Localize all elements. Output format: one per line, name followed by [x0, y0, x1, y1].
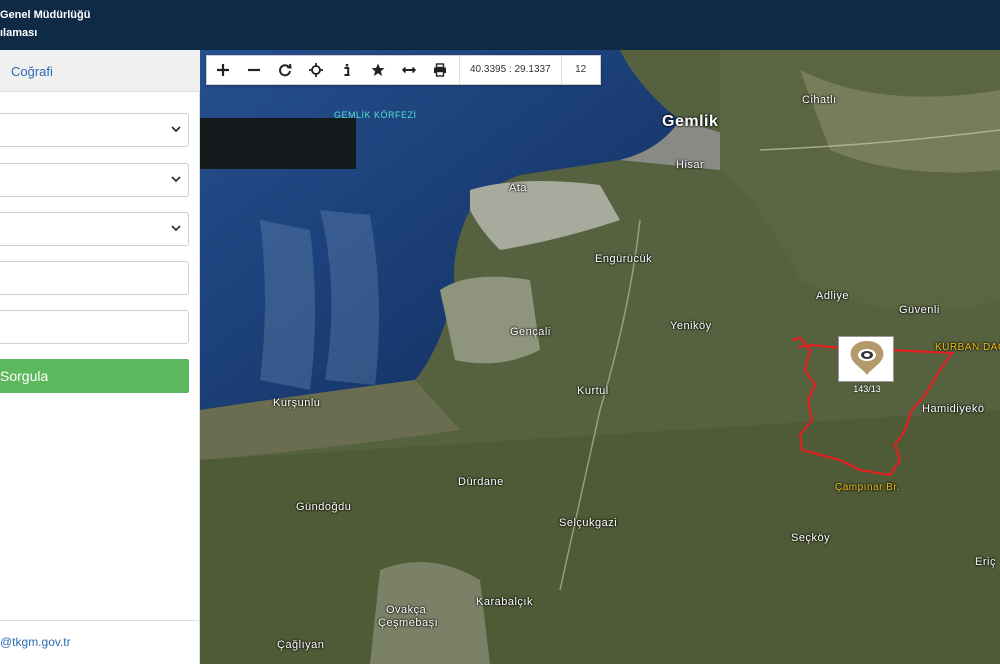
printer-icon: [433, 63, 446, 77]
app-header: Genel Müdürlüğü ılaması: [0, 0, 1000, 50]
map-label-gulf: GEMLİK KÖRFEZİ: [334, 110, 417, 120]
map-label-gencali: Gençali: [510, 326, 551, 338]
province-select[interactable]: [0, 113, 189, 147]
satellite-map[interactable]: 40.3395 : 29.1337 12 GEMLİK KÖRFEZİ Geml…: [200, 50, 1000, 664]
map-toolbar: 40.3395 : 29.1337 12: [206, 55, 601, 85]
print-button[interactable]: [424, 56, 455, 84]
map-label-gemlik: Gemlik: [662, 113, 719, 130]
map-label-kurban-dag: KURBAN DAĞ: [935, 342, 1000, 353]
map-label-cihatli: Cihatlı: [802, 94, 837, 106]
redacted-overlay: [200, 118, 356, 169]
sidebar: Coğrafi Sorgula @tkgm.gov.tr: [0, 50, 200, 664]
zoom-in-button[interactable]: [207, 56, 238, 84]
map-label-ata: Ata: [509, 182, 528, 194]
map-label-durdane: Dürdane: [458, 476, 504, 488]
zoom-level-readout: 12: [575, 64, 587, 75]
measure-icon: [401, 66, 416, 74]
map-label-hamidiyekoy: Hamidiyekö: [922, 403, 985, 415]
location-pin-icon: [850, 341, 884, 375]
chevron-down-icon: [171, 176, 181, 183]
zoom-out-button[interactable]: [238, 56, 269, 84]
parcel-number-input[interactable]: [0, 310, 189, 344]
header-subtitle: ılaması: [0, 27, 38, 39]
sidebar-tabbar: Coğrafi: [0, 50, 200, 92]
parcel-marker[interactable]: 143/13: [838, 336, 894, 394]
parcel-number-label: 143/13: [853, 384, 881, 394]
info-button[interactable]: [331, 56, 362, 84]
neighborhood-select[interactable]: [0, 212, 189, 246]
map-label-yenikoy: Yeniköy: [670, 320, 712, 332]
locate-button[interactable]: [300, 56, 331, 84]
plus-icon: [216, 64, 229, 76]
contact-email-link[interactable]: @tkgm.gov.tr: [0, 635, 71, 649]
map-label-seckoy: Seçköy: [791, 532, 831, 544]
map-label-kursunlu: Kurşunlu: [273, 397, 321, 409]
header-title: Genel Müdürlüğü: [0, 9, 91, 21]
map-label-campinar: Çampınar Br.: [835, 482, 900, 493]
refresh-button[interactable]: [269, 56, 300, 84]
chevron-down-icon: [171, 126, 181, 133]
measure-button[interactable]: [393, 56, 424, 84]
favorite-button[interactable]: [362, 56, 393, 84]
map-label-kurtul: Kurtul: [577, 385, 609, 397]
map-label-caglayan: Çağlıyan: [277, 639, 325, 651]
map-label-adliye: Adliye: [816, 290, 849, 302]
minus-icon: [247, 68, 260, 72]
info-icon: [344, 64, 349, 76]
sidebar-footer: @tkgm.gov.tr: [0, 620, 200, 664]
chevron-down-icon: [171, 225, 181, 232]
map-label-eric: Eriç: [975, 556, 996, 568]
refresh-icon: [278, 63, 292, 77]
tab-cografi[interactable]: Coğrafi: [11, 64, 53, 79]
crosshair-icon: [308, 63, 323, 77]
map-label-cesmebasi: Çeşmebaşı: [378, 617, 439, 629]
map-label-gundogdu: Gündoğdu: [296, 501, 352, 513]
district-select[interactable]: [0, 163, 189, 197]
query-button[interactable]: Sorgula: [0, 359, 189, 393]
block-number-input[interactable]: [0, 261, 189, 295]
map-label-hisar: Hisar: [676, 159, 705, 171]
star-icon: [371, 63, 384, 76]
map-label-engurucuk: Engürücük: [595, 253, 653, 265]
map-label-selcukgazi: Selçukgazi: [559, 517, 618, 529]
map-label-guvenli: Güvenli: [899, 304, 940, 316]
map-label-ovakca: Ovakça: [386, 604, 427, 616]
coordinate-readout: 40.3395 : 29.1337: [459, 56, 562, 84]
map-label-karabalcik: Karabalçık: [476, 596, 533, 608]
